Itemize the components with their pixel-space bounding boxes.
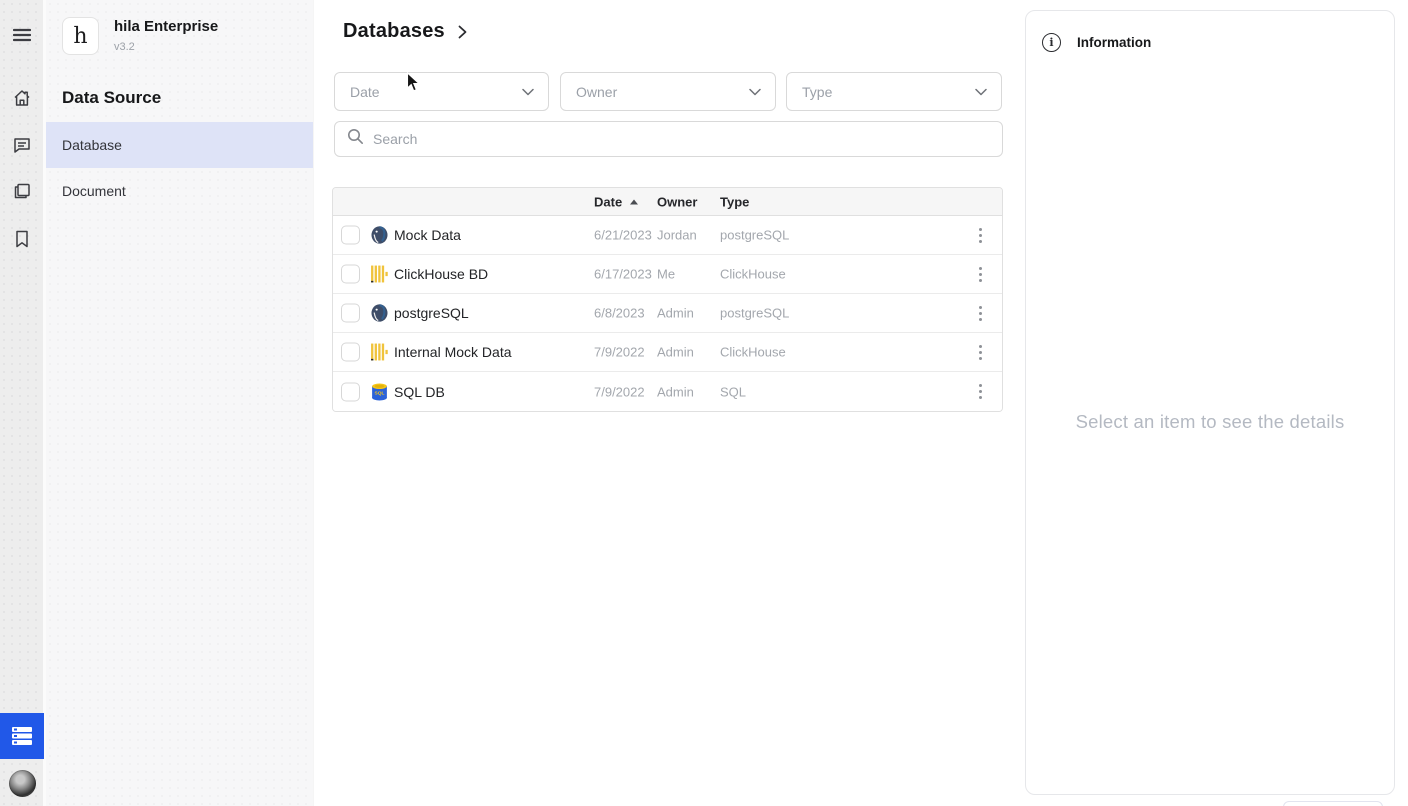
row-type: ClickHouse: [720, 266, 786, 282]
table-row[interactable]: SQL SQL DB 7/9/2022 Admin SQL: [333, 372, 1002, 411]
owner-filter-dropdown[interactable]: Owner: [560, 72, 776, 111]
chevron-down-icon: [749, 83, 761, 101]
bookmark-icon[interactable]: [0, 219, 43, 259]
page-title: Databases: [343, 20, 445, 42]
row-menu-icon[interactable]: [971, 341, 989, 363]
row-owner: Admin: [657, 344, 694, 360]
search-bar: [334, 121, 1003, 157]
clickhouse-icon: [370, 265, 389, 284]
empty-state-message: Select an item to see the details: [1075, 411, 1345, 432]
table-header: Date Owner Type: [333, 188, 1002, 216]
row-type: SQL: [720, 384, 747, 399]
row-date: 6/8/2023: [594, 305, 645, 321]
app-logo: h: [62, 17, 99, 55]
row-date: 6/21/2023: [594, 227, 652, 243]
row-checkbox[interactable]: [341, 342, 360, 362]
logo-letter: h: [73, 23, 88, 49]
owner-filter-label: Owner: [576, 83, 618, 100]
sidebar-item-database[interactable]: Database: [46, 122, 313, 168]
row-name: Mock Data: [394, 227, 461, 243]
info-panel-title: Information: [1077, 35, 1152, 50]
info-icon: i: [1042, 33, 1061, 52]
chat-icon[interactable]: [0, 125, 43, 165]
column-header-owner[interactable]: Owner: [657, 194, 697, 209]
app-version: v3.2: [114, 41, 135, 53]
row-checkbox[interactable]: [341, 303, 360, 323]
row-checkbox[interactable]: [341, 382, 360, 401]
row-date: 6/17/2023: [594, 266, 652, 282]
search-icon: [347, 128, 364, 150]
row-checkbox[interactable]: [341, 264, 360, 284]
row-date: 7/9/2022: [594, 384, 645, 399]
sidebar: h hila Enterprise v3.2 Data Source Datab…: [46, 0, 313, 806]
hidden-card-edge: [1283, 801, 1383, 806]
brand: h hila Enterprise v3.2: [62, 17, 218, 55]
date-filter-dropdown[interactable]: Date: [334, 72, 549, 111]
row-menu-icon[interactable]: [971, 302, 989, 324]
information-panel: i Information Select an item to see the …: [1025, 10, 1395, 795]
row-name: Internal Mock Data: [394, 344, 512, 360]
row-name: SQL DB: [394, 383, 445, 400]
sql-icon: SQL: [370, 382, 389, 401]
search-input[interactable]: [373, 131, 1002, 147]
column-header-type[interactable]: Type: [720, 194, 749, 209]
column-header-date[interactable]: Date: [594, 194, 639, 209]
row-menu-icon[interactable]: [971, 263, 989, 285]
svg-text:SQL: SQL: [375, 390, 385, 396]
row-owner: Jordan: [657, 227, 697, 243]
row-type: postgreSQL: [720, 227, 790, 243]
databases-table: Date Owner Type Mock Data 6/21/2023 Jord…: [332, 187, 1003, 412]
table-row[interactable]: postgreSQL 6/8/2023 Admin postgreSQL: [333, 294, 1002, 333]
type-filter-dropdown[interactable]: Type: [786, 72, 1002, 111]
sidebar-item-label: Database: [62, 137, 122, 153]
row-owner: Me: [657, 266, 676, 282]
table-row[interactable]: ClickHouse BD 6/17/2023 Me ClickHouse: [333, 255, 1002, 294]
table-row[interactable]: Mock Data 6/21/2023 Jordan postgreSQL: [333, 216, 1002, 255]
breadcrumb: Databases: [343, 20, 467, 43]
row-owner: Admin: [657, 384, 694, 399]
chevron-right-icon[interactable]: [458, 25, 467, 39]
row-owner: Admin: [657, 305, 694, 321]
row-type: postgreSQL: [720, 305, 790, 321]
app-name: hila Enterprise: [114, 18, 219, 35]
data-list-button[interactable]: [0, 713, 44, 759]
sidebar-item-document[interactable]: Document: [46, 168, 313, 214]
date-filter-label: Date: [350, 83, 380, 100]
row-checkbox[interactable]: [341, 225, 360, 245]
postgresql-icon: [370, 226, 389, 245]
clickhouse-icon: [370, 343, 389, 362]
icon-rail: [0, 0, 46, 806]
sort-asc-icon: [630, 199, 639, 204]
home-icon[interactable]: [0, 78, 43, 118]
table-row[interactable]: Internal Mock Data 7/9/2022 Admin ClickH…: [333, 333, 1002, 372]
chevron-down-icon: [975, 83, 987, 101]
type-filter-label: Type: [802, 83, 833, 100]
menu-icon[interactable]: [0, 15, 43, 55]
copy-icon[interactable]: [0, 171, 43, 211]
row-date: 7/9/2022: [594, 344, 645, 360]
sidebar-item-label: Document: [62, 183, 126, 199]
postgresql-icon: [370, 304, 389, 323]
row-name: ClickHouse BD: [394, 266, 489, 282]
row-type: ClickHouse: [720, 344, 786, 360]
row-menu-icon[interactable]: [971, 224, 989, 246]
chevron-down-icon: [522, 83, 534, 101]
row-menu-icon[interactable]: [971, 381, 989, 403]
sidebar-heading: Data Source: [62, 88, 162, 107]
row-name: postgreSQL: [394, 305, 469, 321]
user-avatar[interactable]: [9, 770, 36, 797]
